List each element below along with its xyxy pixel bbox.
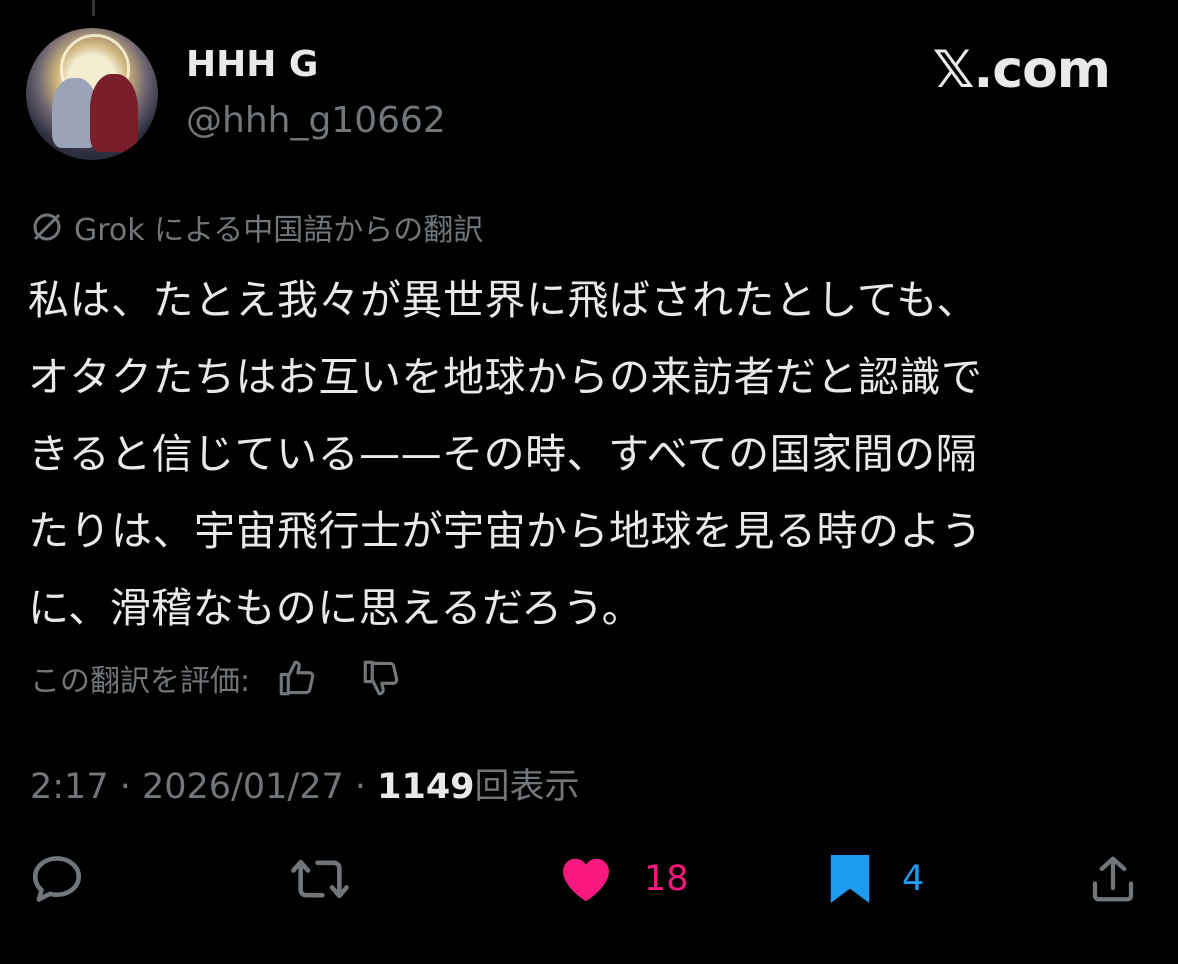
reply-button[interactable] — [28, 850, 114, 908]
like-button[interactable]: 18 — [556, 850, 689, 908]
thumbs-up-button[interactable] — [276, 657, 318, 699]
share-button[interactable] — [1086, 850, 1168, 908]
brand-logo: 𝕏.com — [932, 40, 1111, 100]
avatar[interactable] — [26, 28, 158, 160]
thumbs-down-icon — [363, 660, 399, 696]
repost-icon — [291, 859, 349, 899]
thumbs-down-button[interactable] — [360, 657, 402, 699]
post-line: たりは、宇宙飛行士が宇宙から地球を見る時のよう — [28, 507, 983, 555]
grok-icon — [33, 213, 61, 241]
bookmark-button[interactable]: 4 — [826, 850, 924, 908]
post-text: 私は、たとえ我々が異世界に飛ばされたとしても、 オタクたちはお互いを地球からの来… — [28, 262, 1138, 647]
user-handle[interactable]: @hhh_g10662 — [186, 100, 446, 141]
post-line: 私は、たとえ我々が異世界に飛ばされたとしても、 — [28, 276, 978, 324]
like-count: 18 — [644, 859, 689, 899]
bookmark-icon — [830, 855, 870, 903]
like-icon — [563, 858, 609, 902]
repost-button[interactable] — [288, 850, 380, 908]
post-line: オタクたちはお互いを地球からの来訪者だと認識で — [28, 353, 983, 401]
post-line: きると信じている——その時、すべての国家間の隔 — [28, 430, 978, 478]
translation-rating: この翻訳を評価: — [30, 656, 402, 700]
rating-label: この翻訳を評価: — [30, 664, 251, 699]
post-time[interactable]: 2:17 — [30, 767, 109, 807]
meta-separator: · — [108, 767, 142, 807]
share-icon — [1092, 856, 1134, 902]
post-line: に、滑稽なものに思えるだろう。 — [28, 584, 644, 632]
thumbs-up-icon — [279, 660, 315, 696]
thread-connector-line — [92, 0, 95, 16]
post-date[interactable]: 2026/01/27 — [142, 767, 344, 807]
view-count-label: 回表示 — [474, 767, 580, 807]
bookmark-count: 4 — [902, 859, 925, 899]
translation-note[interactable]: Grok による中国語からの翻訳 — [28, 205, 483, 249]
translation-note-text: Grok による中国語からの翻訳 — [74, 213, 484, 248]
view-count: 1149 — [377, 767, 475, 807]
meta-separator: · — [343, 767, 378, 807]
display-name[interactable]: HHH G — [186, 44, 318, 85]
reply-icon — [32, 856, 82, 902]
post-meta: 2:17 · 2026/01/27 · 1149回表示 — [30, 758, 580, 809]
